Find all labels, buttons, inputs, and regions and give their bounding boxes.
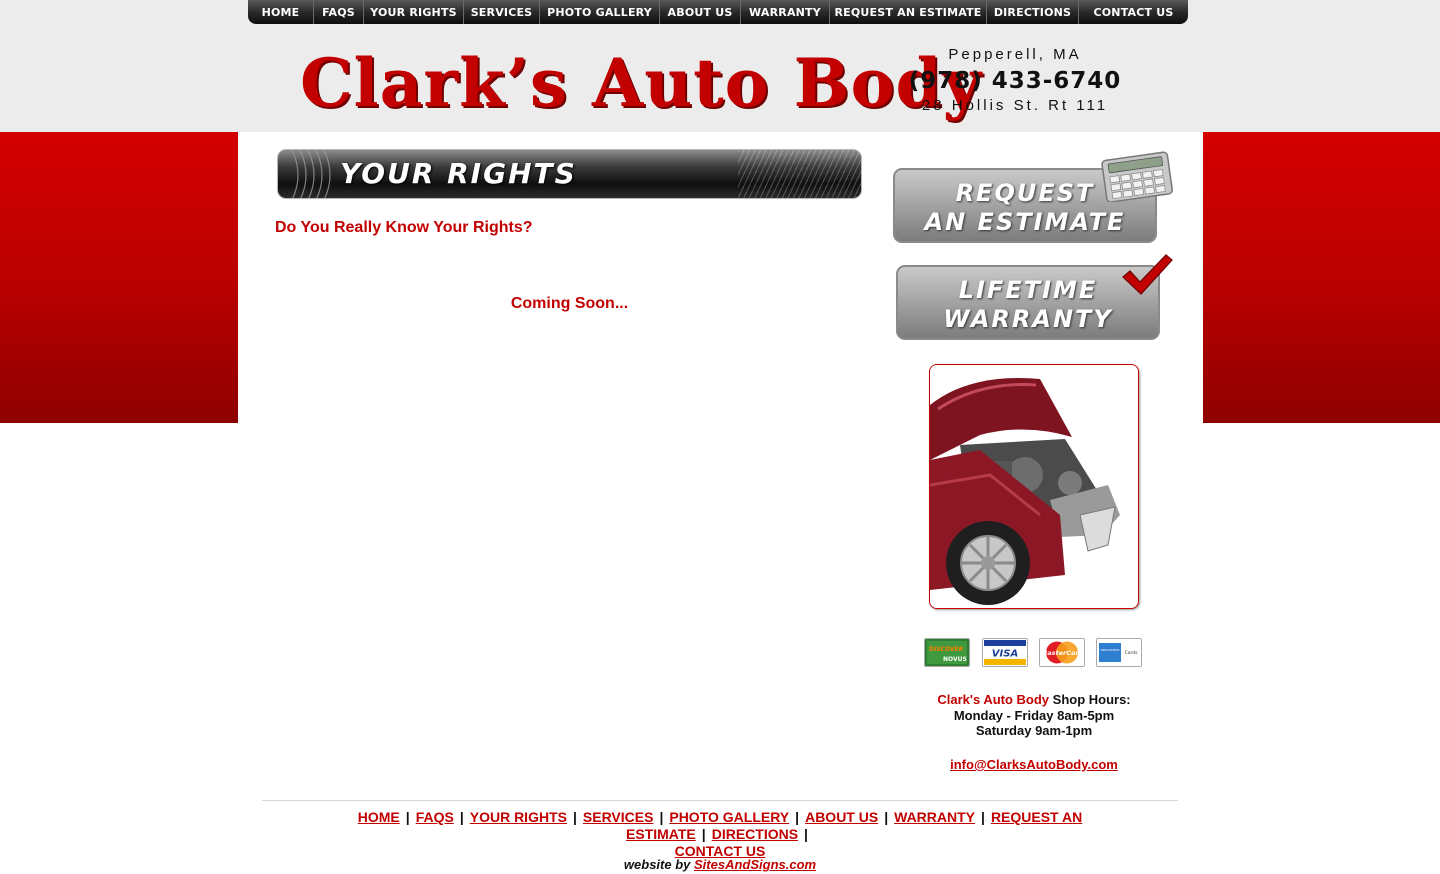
footer-navigation: HOME | FAQS | YOUR RIGHTS | SERVICES | PHOTO GAL… — [270, 809, 1170, 860]
mastercard-card-icon: MasterCard — [1039, 638, 1085, 667]
nav-photo-gallery[interactable]: PHOTO GALLERY — [540, 0, 660, 24]
shop-hours-label: Shop Hours: — [1049, 692, 1131, 707]
amex-card-icon: AMERICAN EXPRESS Cards — [1096, 638, 1142, 667]
footer-separator: | — [981, 809, 985, 825]
red-side-band-left — [0, 132, 238, 423]
red-side-band-right — [1203, 132, 1440, 423]
credit-link[interactable]: SitesAndSigns.com — [694, 857, 816, 872]
page-heading: Do You Really Know Your Rights? — [275, 219, 533, 236]
shop-hours-title: Clark's Auto Body Shop Hours: — [903, 692, 1165, 708]
nav-request-estimate[interactable]: REQUEST AN ESTIMATE — [830, 0, 987, 24]
footer-divider — [262, 800, 1178, 801]
site-logo[interactable]: Clark’s Auto Body — [300, 38, 981, 128]
header-city: Pepperell, MA — [948, 46, 1082, 63]
email-contact: info@ClarksAutoBody.com — [903, 757, 1165, 772]
nav-services[interactable]: SERVICES — [464, 0, 540, 24]
estimate-label-line2: AN ESTIMATE — [924, 208, 1126, 236]
shop-hours: Clark's Auto Body Shop Hours: Monday - F… — [903, 692, 1165, 739]
nav-directions[interactable]: DIRECTIONS — [987, 0, 1079, 24]
nav-about-us[interactable]: ABOUT US — [660, 0, 741, 24]
shop-hours-saturday: Saturday 9am-1pm — [975, 723, 1093, 738]
damaged-car-photo — [929, 364, 1139, 609]
shop-hours-weekday: Monday - Friday 8am-5pm — [953, 707, 1115, 723]
footer-separator: | — [795, 809, 800, 825]
amex-cards-text: Cards — [1125, 650, 1139, 656]
amex-text: AMERICAN EXPRESS — [1101, 648, 1120, 652]
discover-card-icon: DISCOVER NOVUS — [924, 638, 970, 667]
footer-separator: | — [884, 809, 889, 825]
footer-separator: | — [701, 826, 706, 842]
footer-link-home[interactable]: HOME — [358, 809, 400, 825]
nav-your-rights[interactable]: YOUR RIGHTS — [364, 0, 464, 24]
checkmark-icon — [1122, 254, 1173, 295]
footer-link-directions[interactable]: DIRECTIONS — [712, 826, 798, 842]
visa-card-icon: VISA — [982, 638, 1028, 667]
nav-contact-us[interactable]: CONTACT US — [1079, 0, 1188, 24]
shop-hours-brand: Clark's Auto Body — [937, 692, 1050, 707]
mastercard-text: MasterCard — [1041, 649, 1084, 657]
footer-link-about-us[interactable]: ABOUT US — [805, 809, 878, 825]
footer-separator: | — [804, 826, 808, 842]
page-title-bar: YOUR RIGHTS — [277, 149, 862, 199]
site-credit: website by SitesAndSigns.com — [480, 857, 960, 872]
nav-home[interactable]: HOME — [248, 0, 314, 24]
car-photo-illustration — [930, 365, 1138, 608]
title-bar-arcs-icon — [291, 150, 331, 198]
warranty-label-line2: WARRANTY — [943, 305, 1113, 333]
coming-soon-text: Coming Soon... — [510, 295, 629, 312]
warranty-label-line1: LIFETIME — [958, 276, 1098, 304]
footer-separator: | — [405, 809, 410, 825]
email-link[interactable]: info@ClarksAutoBody.com — [950, 757, 1118, 772]
footer-separator: | — [459, 809, 464, 825]
page-title: YOUR RIGHTS — [340, 157, 577, 190]
footer-separator: | — [659, 809, 664, 825]
visa-text: VISA — [992, 649, 1018, 660]
footer-link-photo-gallery[interactable]: PHOTO GALLERY — [669, 809, 789, 825]
top-navigation: HOME FAQS YOUR RIGHTS SERVICES PHOTO GAL… — [248, 0, 1188, 24]
footer-separator: | — [572, 809, 577, 825]
footer-link-your-rights[interactable]: YOUR RIGHTS — [470, 809, 567, 825]
title-bar-stripes — [738, 150, 861, 198]
nav-faqs[interactable]: FAQS — [314, 0, 364, 24]
nav-warranty[interactable]: WARRANTY — [741, 0, 830, 24]
footer-link-warranty[interactable]: WARRANTY — [894, 809, 975, 825]
header-phone: (978) 433-6740 — [908, 68, 1122, 94]
novus-text: NOVUS — [943, 656, 967, 663]
footer-link-faqs[interactable]: FAQS — [416, 809, 454, 825]
discover-text: DISCOVER — [929, 646, 964, 653]
calculator-icon — [1101, 151, 1173, 202]
header-street: 28 Hollis St. Rt 111 — [921, 97, 1109, 114]
header-contact: Pepperell, MA (978) 433-6740 28 Hollis S… — [890, 46, 1140, 117]
footer-link-services[interactable]: SERVICES — [583, 809, 654, 825]
credit-prefix: website by — [623, 857, 694, 872]
